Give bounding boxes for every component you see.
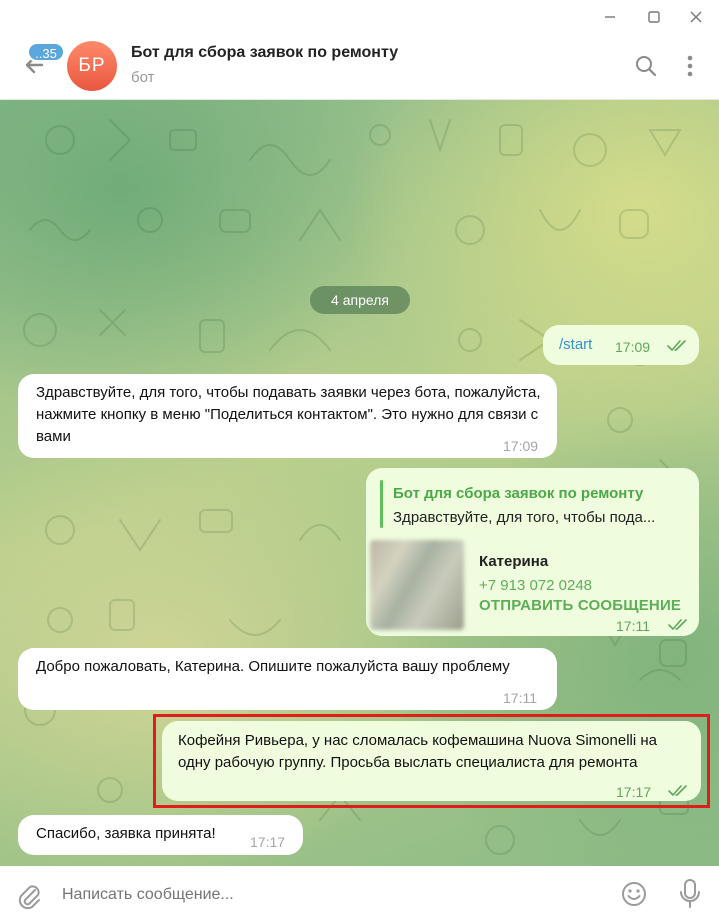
chat-title[interactable]: Бот для сбора заявок по ремонту bbox=[131, 44, 398, 62]
message-time: 17:17 bbox=[250, 834, 286, 850]
message-text[interactable]: Здравствуйте, для того, чтобы подавать з… bbox=[36, 382, 546, 448]
message-time: 17:09 bbox=[615, 339, 651, 355]
outgoing-message[interactable]: Кофейня Ривьера, у нас сломалась кофемаш… bbox=[162, 721, 701, 801]
search-icon[interactable] bbox=[634, 54, 658, 78]
avatar[interactable]: БР bbox=[67, 41, 117, 91]
outgoing-message[interactable]: /start 17:09 bbox=[543, 325, 699, 365]
read-checkmarks-icon bbox=[667, 340, 686, 351]
microphone-icon[interactable] bbox=[679, 878, 701, 910]
reply-preview[interactable]: Здравствуйте, для того, чтобы пода... bbox=[393, 507, 655, 529]
read-checkmarks-icon bbox=[668, 619, 687, 630]
message-text[interactable]: Кофейня Ривьера, у нас сломалась кофемаш… bbox=[178, 730, 688, 774]
window-titlebar bbox=[0, 0, 719, 32]
chat-subtitle: бот bbox=[131, 69, 155, 86]
message-composer bbox=[0, 866, 719, 922]
read-checkmarks-icon bbox=[668, 785, 687, 796]
reply-sender[interactable]: Бот для сбора заявок по ремонту bbox=[393, 483, 643, 505]
incoming-message[interactable]: Здравствуйте, для того, чтобы подавать з… bbox=[18, 374, 557, 458]
outgoing-contact-message[interactable]: Бот для сбора заявок по ремонту Здравств… bbox=[366, 468, 699, 636]
message-time: 17:09 bbox=[503, 438, 539, 454]
incoming-message[interactable]: Добро пожаловать, Катерина. Опишите пожа… bbox=[18, 648, 557, 710]
incoming-message[interactable]: Спасибо, заявка принята! 17:17 bbox=[18, 815, 303, 855]
maximize-icon bbox=[648, 11, 660, 23]
message-time: 17:11 bbox=[616, 618, 650, 634]
chat-header: ..35 БР Бот для сбора заявок по ремонту … bbox=[0, 32, 719, 100]
chat-messages-area[interactable]: 4 апреля /start 17:09 Здравствуйте, для … bbox=[0, 100, 719, 866]
message-time: 17:17 bbox=[616, 784, 652, 800]
message-text[interactable]: /start bbox=[559, 334, 592, 356]
reply-indicator bbox=[380, 480, 383, 528]
contact-photo[interactable] bbox=[370, 540, 464, 630]
paperclip-icon[interactable] bbox=[16, 882, 42, 910]
contact-name[interactable]: Катерина bbox=[479, 551, 548, 573]
minimize-button[interactable] bbox=[592, 4, 628, 30]
message-input[interactable] bbox=[62, 880, 602, 910]
date-separator: 4 апреля bbox=[310, 286, 410, 314]
unread-badge: ..35 bbox=[27, 42, 65, 62]
close-icon bbox=[690, 11, 702, 23]
close-button[interactable] bbox=[678, 4, 714, 30]
maximize-button[interactable] bbox=[636, 4, 672, 30]
emoji-icon[interactable] bbox=[620, 880, 648, 908]
message-text[interactable]: Добро пожаловать, Катерина. Опишите пожа… bbox=[36, 656, 536, 678]
minimize-icon bbox=[605, 16, 615, 18]
message-time: 17:11 bbox=[503, 690, 537, 706]
more-options-icon[interactable] bbox=[682, 54, 698, 78]
message-text[interactable]: Спасибо, заявка принята! bbox=[36, 823, 216, 845]
contact-phone[interactable]: +7 913 072 0248 bbox=[479, 575, 592, 597]
send-message-button[interactable]: ОТПРАВИТЬ СООБЩЕНИЕ bbox=[479, 595, 681, 617]
